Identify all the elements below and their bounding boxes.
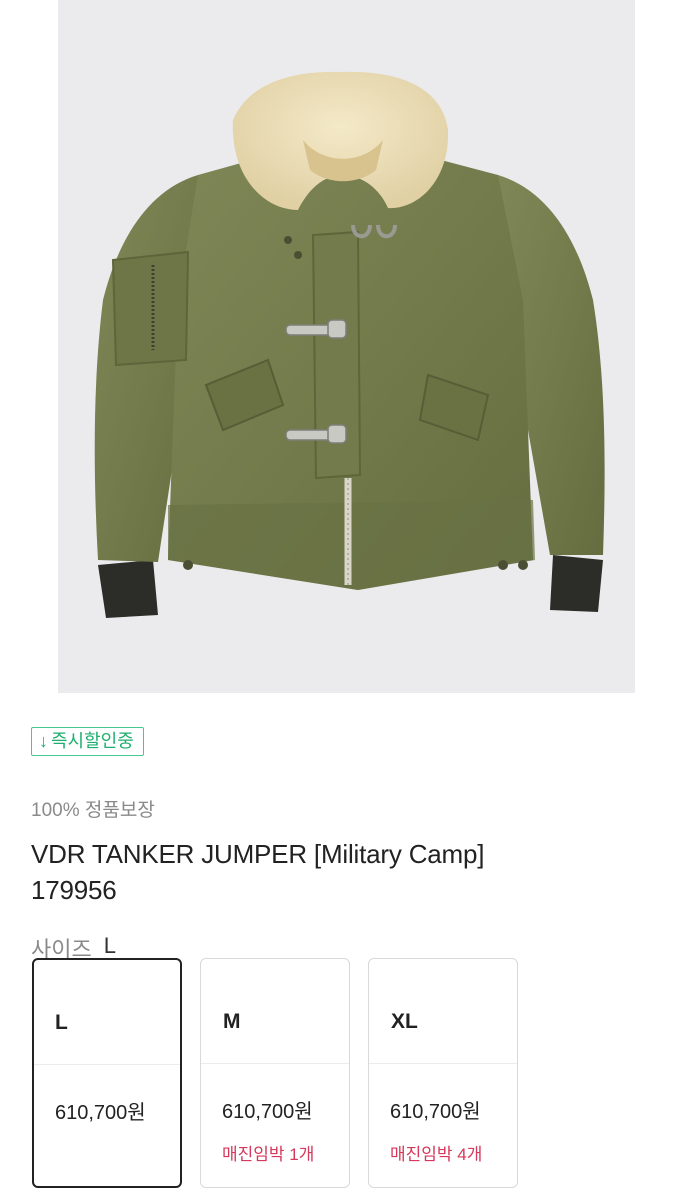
authenticity-guarantee: 100% 정품보장 xyxy=(31,800,155,821)
down-arrow-icon: ↓ xyxy=(39,731,48,751)
badge-text: 즉시할인중 xyxy=(51,731,134,751)
size-option-price: 610,700원 xyxy=(55,1102,146,1124)
product-title: VDR TANKER JUMPER [Military Camp] 179956 xyxy=(31,836,484,908)
divider xyxy=(201,1063,349,1064)
size-option-label: M xyxy=(223,1010,241,1033)
size-option-label: XL xyxy=(391,1010,418,1033)
product-code: 179956 xyxy=(31,875,117,905)
low-stock-note: 매진임박 4개 xyxy=(390,1145,483,1164)
low-stock-note: 매진임박 1개 xyxy=(222,1145,315,1164)
size-option-price: 610,700원 xyxy=(390,1101,481,1123)
size-option-m[interactable]: M 610,700원 매진임박 1개 xyxy=(200,958,350,1188)
divider xyxy=(34,1064,180,1065)
product-image[interactable] xyxy=(58,0,635,693)
size-option-price: 610,700원 xyxy=(222,1101,313,1123)
divider xyxy=(369,1063,517,1064)
size-option-label: L xyxy=(55,1011,68,1034)
size-option-l[interactable]: L 610,700원 xyxy=(32,958,182,1188)
size-option-xl[interactable]: XL 610,700원 매진임박 4개 xyxy=(368,958,518,1188)
selected-size-value: L xyxy=(103,933,116,958)
product-name: VDR TANKER JUMPER [Military Camp] xyxy=(31,839,485,869)
instant-discount-badge: ↓ 즉시할인중 xyxy=(31,727,144,756)
